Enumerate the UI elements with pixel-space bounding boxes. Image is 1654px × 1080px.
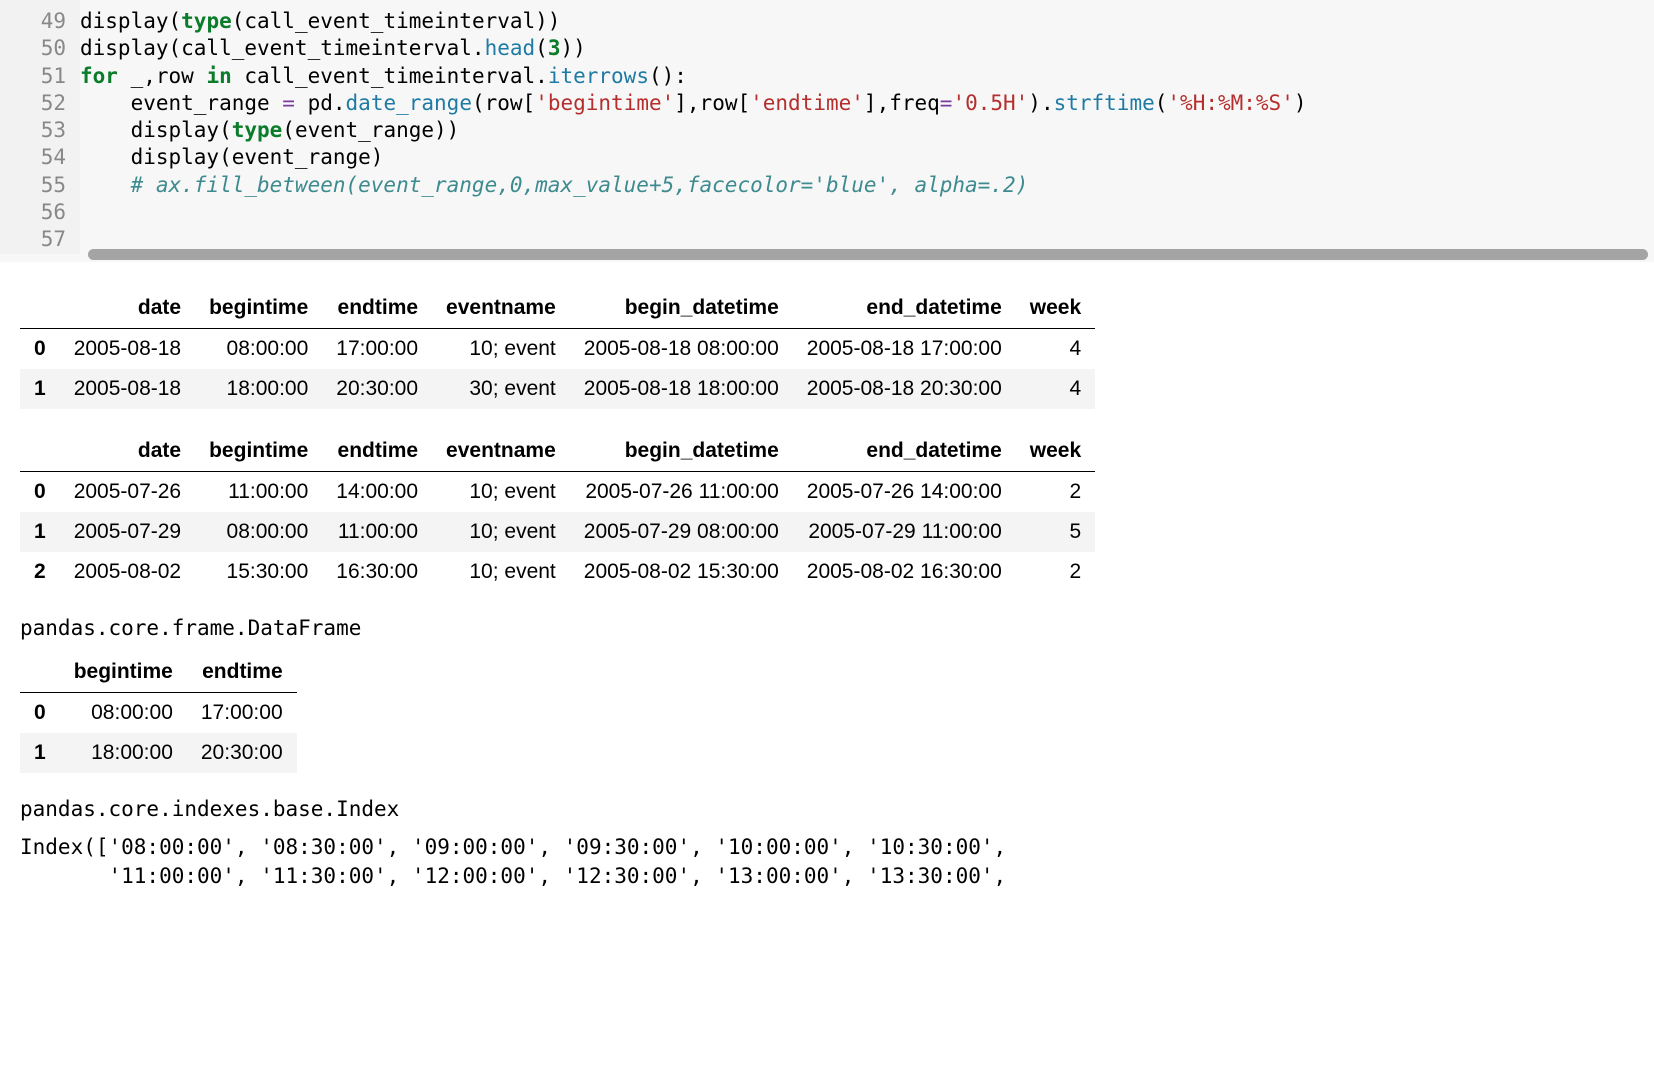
type-output-2: pandas.core.indexes.base.Index <box>20 795 1634 823</box>
column-header: week <box>1016 288 1095 329</box>
cell: 2005-07-29 08:00:00 <box>570 512 793 552</box>
cell: 2005-07-26 <box>60 471 195 512</box>
cell: 2005-08-18 20:30:00 <box>793 369 1016 409</box>
cell: 4 <box>1016 369 1095 409</box>
cell: 20:30:00 <box>187 733 297 773</box>
cell: 30; event <box>432 369 570 409</box>
cell: 08:00:00 <box>195 512 322 552</box>
cell: 20:30:00 <box>322 369 432 409</box>
cell: 17:00:00 <box>322 328 432 369</box>
cell: 2005-08-18 17:00:00 <box>793 328 1016 369</box>
cell: 10; event <box>432 552 570 592</box>
cell: 2005-07-29 <box>60 512 195 552</box>
table-row: 12005-07-2908:00:0011:00:0010; event2005… <box>20 512 1095 552</box>
code-line[interactable]: display(type(call_event_timeinterval)) <box>80 8 1654 35</box>
line-number-gutter: 495051525354555657 <box>0 0 80 254</box>
cell: 17:00:00 <box>187 693 297 734</box>
line-number: 51 <box>0 63 66 90</box>
table-row: 12005-08-1818:00:0020:30:0030; event2005… <box>20 369 1095 409</box>
code-line[interactable]: for _,row in call_event_timeinterval.ite… <box>80 63 1654 90</box>
cell: 2005-07-29 11:00:00 <box>793 512 1016 552</box>
line-number: 49 <box>0 8 66 35</box>
type-output-1: pandas.core.frame.DataFrame <box>20 614 1634 642</box>
code-line[interactable]: display(type(event_range)) <box>80 117 1654 144</box>
cell: 2005-08-18 18:00:00 <box>570 369 793 409</box>
line-number: 55 <box>0 172 66 199</box>
cell: 4 <box>1016 328 1095 369</box>
cell: 16:30:00 <box>322 552 432 592</box>
cell: 18:00:00 <box>60 733 187 773</box>
column-header: begin_datetime <box>570 288 793 329</box>
cell: 08:00:00 <box>195 328 322 369</box>
dataframe-table-3: begintimeendtime008:00:0017:00:00118:00:… <box>20 652 297 773</box>
cell: 08:00:00 <box>60 693 187 734</box>
code-line[interactable]: display(event_range) <box>80 144 1654 171</box>
column-header: begintime <box>195 288 322 329</box>
column-header: date <box>60 431 195 472</box>
cell: 2005-08-18 <box>60 328 195 369</box>
dataframe-table-2: datebegintimeendtimeeventnamebegin_datet… <box>20 431 1095 592</box>
code-cell[interactable]: 495051525354555657 display(type(call_eve… <box>0 0 1654 262</box>
cell: 10; event <box>432 328 570 369</box>
cell: 2 <box>1016 471 1095 512</box>
code-line[interactable]: # ax.fill_between(event_range,0,max_valu… <box>80 172 1654 199</box>
column-header: date <box>60 288 195 329</box>
cell: 2 <box>1016 552 1095 592</box>
line-number: 56 <box>0 199 66 226</box>
cell: 11:00:00 <box>322 512 432 552</box>
cell: 11:00:00 <box>195 471 322 512</box>
column-header: end_datetime <box>793 431 1016 472</box>
cell: 10; event <box>432 512 570 552</box>
code-line[interactable]: event_range = pd.date_range(row['beginti… <box>80 90 1654 117</box>
cell: 18:00:00 <box>195 369 322 409</box>
cell: 2005-08-18 <box>60 369 195 409</box>
row-index: 0 <box>20 471 60 512</box>
line-number: 53 <box>0 117 66 144</box>
cell: 15:30:00 <box>195 552 322 592</box>
code-editor[interactable]: display(type(call_event_timeinterval))di… <box>80 0 1654 254</box>
row-index: 0 <box>20 328 60 369</box>
column-header: week <box>1016 431 1095 472</box>
cell: 2005-08-02 16:30:00 <box>793 552 1016 592</box>
cell: 2005-08-02 15:30:00 <box>570 552 793 592</box>
line-number: 52 <box>0 90 66 117</box>
line-number: 54 <box>0 144 66 171</box>
code-line[interactable]: display(call_event_timeinterval.head(3)) <box>80 35 1654 62</box>
dataframe-table-1: datebegintimeendtimeeventnamebegin_datet… <box>20 288 1095 409</box>
horizontal-scrollbar[interactable] <box>88 249 1648 260</box>
cell: 2005-08-18 08:00:00 <box>570 328 793 369</box>
column-header: begintime <box>195 431 322 472</box>
cell: 14:00:00 <box>322 471 432 512</box>
row-index: 1 <box>20 512 60 552</box>
cell: 2005-08-02 <box>60 552 195 592</box>
column-header: eventname <box>432 431 570 472</box>
column-header: endtime <box>322 431 432 472</box>
table-row: 02005-08-1808:00:0017:00:0010; event2005… <box>20 328 1095 369</box>
row-index: 2 <box>20 552 60 592</box>
table-row: 118:00:0020:30:00 <box>20 733 297 773</box>
column-header: end_datetime <box>793 288 1016 329</box>
cell: 10; event <box>432 471 570 512</box>
table-row: 22005-08-0215:30:0016:30:0010; event2005… <box>20 552 1095 592</box>
table-row: 02005-07-2611:00:0014:00:0010; event2005… <box>20 471 1095 512</box>
cell-output: datebegintimeendtimeeventnamebegin_datet… <box>0 262 1654 890</box>
column-header: eventname <box>432 288 570 329</box>
column-header: endtime <box>322 288 432 329</box>
line-number: 50 <box>0 35 66 62</box>
row-index: 1 <box>20 733 60 773</box>
column-header: endtime <box>187 652 297 693</box>
table-row: 008:00:0017:00:00 <box>20 693 297 734</box>
row-index: 0 <box>20 693 60 734</box>
line-number: 57 <box>0 226 66 253</box>
column-header: begintime <box>60 652 187 693</box>
row-index: 1 <box>20 369 60 409</box>
cell: 2005-07-26 11:00:00 <box>570 471 793 512</box>
column-header: begin_datetime <box>570 431 793 472</box>
index-repr-output: Index(['08:00:00', '08:30:00', '09:00:00… <box>20 833 1634 890</box>
code-line[interactable] <box>80 199 1654 226</box>
cell: 2005-07-26 14:00:00 <box>793 471 1016 512</box>
cell: 5 <box>1016 512 1095 552</box>
